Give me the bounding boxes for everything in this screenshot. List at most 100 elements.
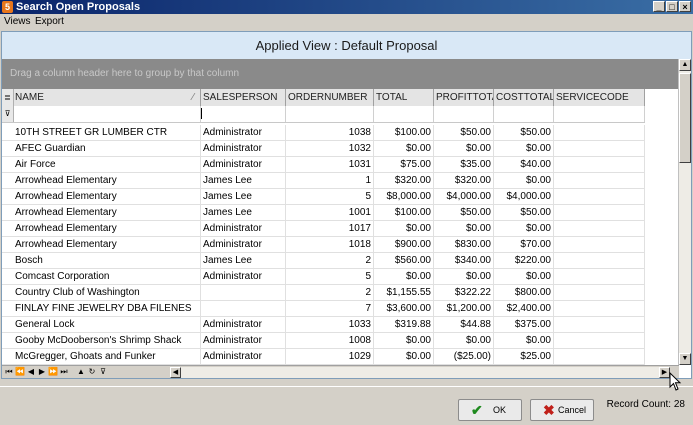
- cell-ordernumber[interactable]: 1029: [286, 349, 374, 364]
- horizontal-scrollbar[interactable]: ◀ ▶: [170, 367, 670, 378]
- cell-servicecode[interactable]: [554, 253, 645, 268]
- cell-servicecode[interactable]: [554, 333, 645, 348]
- table-row[interactable]: Arrowhead Elementary James Lee 1 $320.00 $32…: [2, 173, 645, 189]
- table-row[interactable]: Air Force Administrator 1031 $75.00 $35.00 $4…: [2, 157, 645, 173]
- cell-name[interactable]: General Lock: [13, 317, 201, 332]
- table-row[interactable]: Arrowhead Elementary Administrator 1017 $0.…: [2, 221, 645, 237]
- last-page-icon[interactable]: ⏭: [59, 367, 69, 377]
- cell-profittotal[interactable]: $0.00: [434, 269, 494, 284]
- cell-servicecode[interactable]: [554, 269, 645, 284]
- cell-costtotal[interactable]: $40.00: [494, 157, 554, 172]
- filter-toggle-icon[interactable]: ⊽: [98, 367, 108, 377]
- cell-salesperson[interactable]: Administrator: [201, 221, 286, 236]
- table-row[interactable]: Gooby McDooberson's Shrimp Shack Administ…: [2, 333, 645, 349]
- filter-costtotal-input[interactable]: [494, 106, 554, 122]
- cell-servicecode[interactable]: [554, 221, 645, 236]
- cell-costtotal[interactable]: $2,400.00: [494, 301, 554, 316]
- cell-total[interactable]: $319.88: [374, 317, 434, 332]
- table-row[interactable]: Arrowhead Elementary James Lee 5 $8,000.00 $…: [2, 189, 645, 205]
- cell-servicecode[interactable]: [554, 205, 645, 220]
- cell-servicecode[interactable]: [554, 301, 645, 316]
- close-button[interactable]: ×: [679, 1, 691, 12]
- cell-ordernumber[interactable]: 1001: [286, 205, 374, 220]
- cell-profittotal[interactable]: $50.00: [434, 205, 494, 220]
- cell-servicecode[interactable]: [554, 285, 645, 300]
- cell-total[interactable]: $0.00: [374, 269, 434, 284]
- cell-total[interactable]: $3,600.00: [374, 301, 434, 316]
- cell-name[interactable]: Arrowhead Elementary: [13, 205, 201, 220]
- cell-costtotal[interactable]: $0.00: [494, 221, 554, 236]
- cell-profittotal[interactable]: $0.00: [434, 333, 494, 348]
- filter-ordernumber-input[interactable]: [286, 106, 374, 122]
- table-row[interactable]: Country Club of Washington 2 $1,155.55 $322…: [2, 285, 645, 301]
- prev-record-icon[interactable]: ◀: [26, 367, 36, 377]
- table-row[interactable]: FINLAY FINE JEWELRY DBA FILENES 7 $3,600.0…: [2, 301, 645, 317]
- cell-salesperson[interactable]: James Lee: [201, 205, 286, 220]
- cell-total[interactable]: $100.00: [374, 125, 434, 140]
- cell-name[interactable]: FINLAY FINE JEWELRY DBA FILENES: [13, 301, 201, 316]
- cell-name[interactable]: AFEC Guardian: [13, 141, 201, 156]
- cell-name[interactable]: Country Club of Washington: [13, 285, 201, 300]
- table-row[interactable]: McGregger, Ghoats and Funker Administrato…: [2, 349, 645, 365]
- cell-name[interactable]: Arrowhead Elementary: [13, 237, 201, 252]
- cell-profittotal[interactable]: $322.22: [434, 285, 494, 300]
- cell-salesperson[interactable]: Administrator: [201, 157, 286, 172]
- cell-total[interactable]: $100.00: [374, 205, 434, 220]
- cell-profittotal[interactable]: $4,000.00: [434, 189, 494, 204]
- cell-salesperson[interactable]: James Lee: [201, 173, 286, 188]
- cell-ordernumber[interactable]: 2: [286, 253, 374, 268]
- cell-ordernumber[interactable]: 1032: [286, 141, 374, 156]
- cell-servicecode[interactable]: [554, 349, 645, 364]
- refresh-icon[interactable]: ↻: [87, 367, 97, 377]
- cell-name[interactable]: 10TH STREET GR LUMBER CTR: [13, 125, 201, 140]
- cell-costtotal[interactable]: $70.00: [494, 237, 554, 252]
- cell-name[interactable]: Arrowhead Elementary: [13, 173, 201, 188]
- column-header-name[interactable]: NAME ⁄: [13, 89, 201, 106]
- cell-profittotal[interactable]: $1,200.00: [434, 301, 494, 316]
- cell-name[interactable]: Bosch: [13, 253, 201, 268]
- table-row[interactable]: Arrowhead Elementary Administrator 1018 $90…: [2, 237, 645, 253]
- cell-costtotal[interactable]: $25.00: [494, 349, 554, 364]
- cell-costtotal[interactable]: $0.00: [494, 173, 554, 188]
- cell-salesperson[interactable]: James Lee: [201, 189, 286, 204]
- filter-salesperson-input[interactable]: [201, 106, 286, 122]
- cell-profittotal[interactable]: $830.00: [434, 237, 494, 252]
- cell-salesperson[interactable]: Administrator: [201, 333, 286, 348]
- cancel-button[interactable]: ✖ Cancel: [530, 399, 594, 421]
- cell-profittotal[interactable]: $50.00: [434, 125, 494, 140]
- cell-costtotal[interactable]: $0.00: [494, 141, 554, 156]
- ok-button[interactable]: ✔ OK: [458, 399, 522, 421]
- cell-ordernumber[interactable]: 5: [286, 189, 374, 204]
- cell-ordernumber[interactable]: 1033: [286, 317, 374, 332]
- cell-total[interactable]: $75.00: [374, 157, 434, 172]
- cell-salesperson[interactable]: [201, 301, 286, 316]
- scroll-thumb[interactable]: [679, 73, 691, 163]
- cell-total[interactable]: $0.00: [374, 349, 434, 364]
- cell-salesperson[interactable]: Administrator: [201, 317, 286, 332]
- cell-profittotal[interactable]: $0.00: [434, 141, 494, 156]
- cell-servicecode[interactable]: [554, 141, 645, 156]
- cell-salesperson[interactable]: [201, 285, 286, 300]
- cell-servicecode[interactable]: [554, 237, 645, 252]
- menu-views[interactable]: Views: [3, 15, 32, 28]
- cell-name[interactable]: McGregger, Ghoats and Funker: [13, 349, 201, 364]
- cell-profittotal[interactable]: ($25.00): [434, 349, 494, 364]
- cell-total[interactable]: $0.00: [374, 221, 434, 236]
- cell-ordernumber[interactable]: 1038: [286, 125, 374, 140]
- cell-costtotal[interactable]: $4,000.00: [494, 189, 554, 204]
- cell-name[interactable]: Air Force: [13, 157, 201, 172]
- filter-servicecode-input[interactable]: [554, 106, 645, 122]
- column-header-salesperson[interactable]: SALESPERSON: [201, 89, 286, 106]
- cell-costtotal[interactable]: $220.00: [494, 253, 554, 268]
- cell-profittotal[interactable]: $44.88: [434, 317, 494, 332]
- column-header-profittotal[interactable]: PROFITTOTA: [434, 89, 494, 106]
- group-by-area[interactable]: Drag a column header here to group by th…: [2, 59, 679, 89]
- vertical-scrollbar[interactable]: ▲ ▼: [678, 59, 691, 365]
- cell-costtotal[interactable]: $50.00: [494, 125, 554, 140]
- cell-name[interactable]: Arrowhead Elementary: [13, 221, 201, 236]
- maximize-button[interactable]: □: [666, 1, 678, 12]
- cell-total[interactable]: $560.00: [374, 253, 434, 268]
- cell-total[interactable]: $900.00: [374, 237, 434, 252]
- cell-ordernumber[interactable]: 1018: [286, 237, 374, 252]
- cell-ordernumber[interactable]: 1017: [286, 221, 374, 236]
